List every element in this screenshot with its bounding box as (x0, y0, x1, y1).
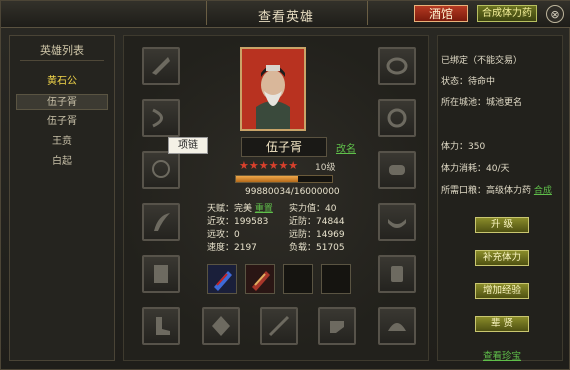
hero-state: 状态：待命中 (441, 77, 496, 87)
talent-stat: 天赋：完美 重置 (207, 201, 273, 214)
hero-list-item[interactable]: 伍子胥 (16, 114, 108, 130)
gauntlet-icon (391, 266, 403, 282)
ring-icon (386, 57, 408, 75)
power-stat: 实力值：40 (289, 204, 337, 214)
equip-slot-spear[interactable] (260, 307, 298, 345)
bracer-icon (389, 165, 405, 175)
equip-slot-gloves[interactable] (318, 307, 356, 345)
equip-slot-necklace[interactable] (142, 151, 180, 189)
blue-scroll-icon (208, 265, 236, 293)
equip-slot-armor[interactable] (142, 255, 180, 293)
equip-slot-gauntlet[interactable] (378, 255, 416, 293)
ranged-attack-stat: 远攻：0 (207, 230, 240, 240)
equip-slot-helmet[interactable] (378, 307, 416, 345)
equip-slot-bow[interactable] (142, 99, 180, 137)
divider (20, 60, 104, 61)
helmet-icon (388, 323, 406, 331)
boots-icon (156, 317, 170, 335)
bound-status: 已绑定（不能交易） (441, 56, 523, 66)
hero-level: 10级 (315, 163, 336, 173)
exp-bar (235, 175, 333, 183)
hero-portrait (240, 47, 306, 131)
star-rating: ★★★★★★ (239, 159, 299, 172)
upgrade-button[interactable]: 升 级 (475, 217, 529, 233)
speed-stat: 速度：2197 (207, 243, 257, 253)
ration-label: 所需口粮：高级体力药 (441, 186, 532, 196)
equip-slot-bracer[interactable] (378, 151, 416, 189)
talisman-icon (212, 316, 230, 336)
armor-icon (154, 265, 168, 283)
scimitar-icon (154, 213, 170, 231)
necklace-tooltip: 项链 (168, 137, 208, 154)
blade-icon (152, 57, 170, 75)
dismiss-button[interactable]: 辈 贤 (475, 316, 529, 332)
skill-slot-2[interactable] (245, 264, 275, 294)
hero-list-item[interactable]: 黄石公 (16, 74, 108, 90)
add-exp-button[interactable]: 增加经验 (475, 283, 529, 299)
hero-list-item[interactable]: 王贲 (16, 134, 108, 150)
view-treasure-link[interactable]: 查看珍宝 (483, 348, 521, 362)
ration-info: 所需口粮：高级体力药 合成 (441, 183, 552, 196)
melee-defense-stat: 近防：74844 (289, 217, 345, 227)
general-portrait-image (242, 49, 304, 129)
skill-slot-1[interactable] (207, 264, 237, 294)
skill-slot-4[interactable] (321, 264, 351, 294)
window-title: 查看英雄 (257, 10, 314, 25)
amulet-icon (387, 108, 407, 128)
hero-city: 所在城池：城池更名 (441, 98, 523, 108)
rename-link[interactable]: 改名 (336, 140, 356, 155)
stamina-cost: 体力消耗：40/天 (441, 164, 510, 174)
bow-icon (152, 108, 163, 128)
belt-icon (388, 219, 406, 228)
stamina-value: 体力：350 (441, 142, 486, 152)
close-icon[interactable]: ⊗ (546, 5, 564, 23)
equip-slot-weapon[interactable] (142, 47, 180, 85)
equip-slot-boots[interactable] (142, 307, 180, 345)
skill-slot-3[interactable] (283, 264, 313, 294)
hero-list-item-selected[interactable]: 伍子胥 (16, 94, 108, 110)
synthesize-potion-button[interactable]: 合成体力药 (477, 5, 537, 22)
hero-list-title: 英雄列表 (40, 44, 84, 57)
equip-slot-mount-head[interactable] (202, 307, 240, 345)
exp-text: 99880034/16000000 (245, 187, 340, 197)
melee-attack-stat: 近攻：199583 (207, 217, 269, 227)
hero-window: 查看英雄 酒馆 合成体力药 ⊗ 英雄列表 黄石公 伍子胥 伍子胥 王贲 白起 项… (0, 0, 570, 370)
tavern-button[interactable]: 酒馆 (414, 5, 468, 22)
ranged-defense-stat: 远防：14969 (289, 230, 345, 240)
equip-slot-blade[interactable] (142, 203, 180, 241)
equip-slot-ring[interactable] (378, 47, 416, 85)
reset-talent-link[interactable]: 重置 (255, 204, 273, 214)
red-scroll-icon (246, 265, 274, 293)
load-stat: 负载：51705 (289, 243, 345, 253)
hero-list-item[interactable]: 白起 (16, 154, 108, 170)
spear-icon (268, 315, 290, 337)
hero-name: 伍子胥 (241, 137, 327, 157)
equip-slot-amulet[interactable] (378, 99, 416, 137)
equip-slot-belt[interactable] (378, 203, 416, 241)
synthesize-link[interactable]: 合成 (534, 186, 552, 196)
title-bar: 查看英雄 酒馆 合成体力药 ⊗ (1, 1, 570, 28)
talent-label: 天赋：完美 (207, 204, 253, 214)
hero-list-panel: 英雄列表 黄石公 伍子胥 伍子胥 王贲 白起 (9, 35, 115, 361)
necklace-icon (152, 160, 170, 178)
exp-bar-fill (236, 176, 299, 182)
replenish-stamina-button[interactable]: 补充体力 (475, 250, 529, 266)
gloves-icon (330, 321, 344, 333)
